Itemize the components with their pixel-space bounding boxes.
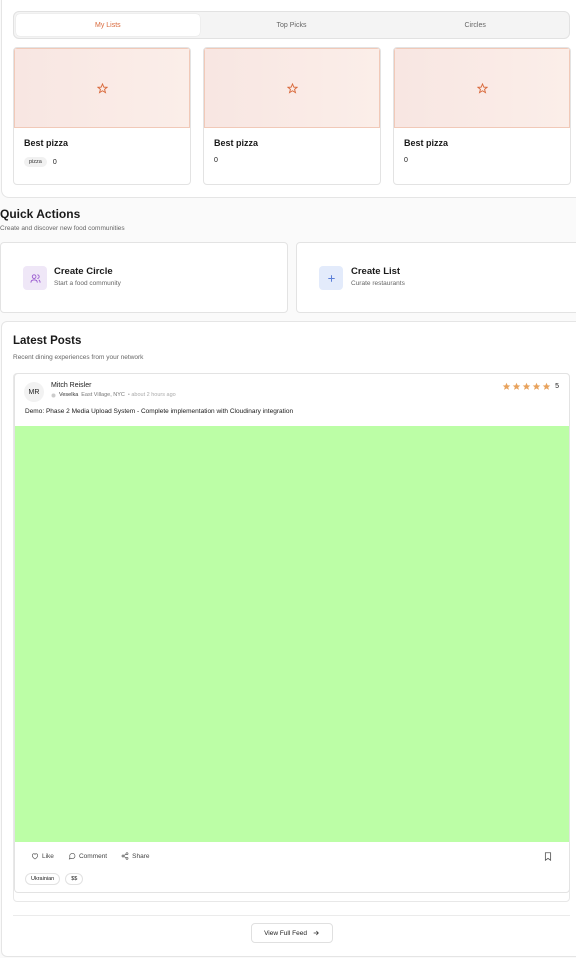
create-circle-icon-box — [23, 266, 47, 290]
map-pin-icon — [51, 393, 56, 397]
list-tag: pizza — [24, 157, 47, 167]
comment-icon — [68, 853, 76, 860]
create-list-label: Create List — [351, 266, 401, 277]
list-card[interactable]: Best pizza 0 — [203, 47, 381, 185]
list-title: Best pizza — [214, 138, 259, 148]
create-list-card[interactable] — [296, 242, 576, 313]
latest-posts-title: Latest Posts — [13, 335, 82, 347]
post-tags: Ukrainian $$ — [25, 873, 84, 885]
list-count: 0 — [52, 158, 57, 166]
rating-value: 5 — [555, 383, 559, 390]
star-filled-icon — [522, 382, 531, 390]
list-count: 0 — [404, 157, 408, 164]
tab-circles[interactable]: Circles — [383, 14, 567, 36]
divider — [13, 915, 570, 916]
tab-top-picks[interactable]: Top Picks — [200, 14, 384, 36]
star-filled-icon — [502, 382, 511, 390]
list-thumbnail — [14, 48, 190, 128]
star-filled-icon — [542, 382, 551, 390]
list-thumbnail — [204, 48, 380, 128]
post-author[interactable]: Mitch Reisler — [51, 382, 91, 389]
star-icon — [96, 82, 108, 94]
like-button[interactable]: Like — [31, 852, 54, 860]
star-icon — [476, 82, 488, 94]
star-filled-icon — [512, 382, 521, 390]
comment-button[interactable]: Comment — [68, 852, 107, 860]
share-icon — [121, 852, 129, 860]
view-full-feed-label: View Full Feed — [264, 929, 307, 937]
star-filled-icon — [532, 382, 541, 390]
share-button[interactable]: Share — [121, 852, 149, 860]
post-rating: 5 — [502, 382, 559, 391]
like-label: Like — [42, 852, 54, 860]
view-full-feed-button[interactable]: View Full Feed — [251, 923, 333, 943]
list-title: Best pizza — [404, 138, 449, 148]
post-time: • about 2 hours ago — [127, 392, 176, 398]
list-card[interactable]: Best pizza 0 — [393, 47, 571, 185]
comment-label: Comment — [78, 852, 108, 860]
list-title: Best pizza — [24, 138, 69, 148]
heart-icon — [32, 853, 38, 860]
list-card[interactable]: Best pizza pizza 0 — [13, 47, 191, 185]
quick-actions-title: Quick Actions — [0, 207, 81, 221]
create-list-icon-box — [319, 266, 343, 290]
list-count: 0 — [214, 157, 218, 164]
share-label: Share — [132, 852, 150, 860]
post-image[interactable] — [15, 426, 569, 842]
create-circle-desc: Start a food community — [54, 280, 121, 287]
cuisine-tag[interactable]: Ukrainian — [25, 873, 61, 885]
post-location: Veselka East Village, NYC • about 2 hour… — [51, 392, 176, 398]
create-circle-card[interactable] — [0, 242, 288, 313]
post-actions: Like Comment Share — [31, 852, 149, 860]
create-circle-label: Create Circle — [54, 266, 113, 277]
users-icon — [29, 273, 41, 283]
list-meta: 0 — [214, 157, 218, 164]
star-icon — [286, 82, 298, 94]
bookmark-icon[interactable] — [544, 852, 552, 861]
create-list-desc: Curate restaurants — [351, 280, 405, 287]
price-tag[interactable]: $$ — [65, 873, 84, 885]
post-restaurant[interactable]: Veselka — [59, 392, 78, 398]
post-neighborhood: East Village, NYC — [81, 392, 125, 398]
plus-icon — [327, 274, 335, 282]
quick-actions-subtitle: Create and discover new food communities — [0, 225, 125, 232]
arrow-right-icon — [313, 930, 319, 936]
tab-my-lists[interactable]: My Lists — [16, 14, 200, 36]
list-meta: pizza 0 — [24, 157, 57, 167]
list-meta: 0 — [404, 157, 408, 164]
post-text: Demo: Phase 2 Media Upload System - Comp… — [25, 408, 294, 415]
tab-bar: My Lists Top Picks Circles — [13, 11, 570, 39]
list-thumbnail — [394, 48, 570, 128]
avatar[interactable]: MR — [24, 382, 44, 402]
latest-posts-subtitle: Recent dining experiences from your netw… — [13, 354, 144, 361]
